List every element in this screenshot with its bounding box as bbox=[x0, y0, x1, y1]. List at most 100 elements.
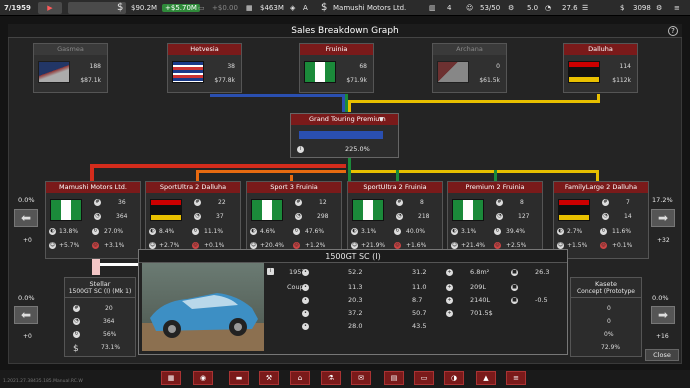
toolbar-button[interactable]: ≡ bbox=[506, 371, 526, 385]
model-card[interactable]: Sport 3 Fruinia # 12 ◔ 298 ◐ 4.6% ↻ 47.6… bbox=[246, 181, 342, 259]
toolbar-icon: ◉ bbox=[199, 374, 207, 382]
toolbar-button[interactable]: ⚒ bbox=[259, 371, 279, 385]
country-gasmea[interactable]: Gasmea 188 $87.1k bbox=[33, 43, 108, 93]
stat-d: 11.1% bbox=[204, 228, 224, 235]
next-arrow-button-2[interactable]: ➡ bbox=[651, 306, 675, 324]
target-icon: ◎ bbox=[494, 242, 501, 249]
flag-icon bbox=[251, 199, 283, 221]
stat-e: +1.5% bbox=[567, 242, 588, 249]
right-pct-2: 0.0% bbox=[652, 294, 669, 302]
cycle-icon: ↻ bbox=[192, 228, 199, 235]
flag-icon bbox=[568, 61, 600, 83]
units-icon: # bbox=[94, 199, 101, 206]
kasete-card[interactable]: Kasete Concept (Prototype 0 0 0% 72.9% bbox=[570, 277, 642, 357]
toolbar-button[interactable]: ⌂ bbox=[290, 371, 310, 385]
model-name: FamilyLarge 2 Dalluha bbox=[554, 182, 648, 193]
people-icon: ☺ bbox=[149, 242, 156, 249]
pie-icon: ◐ bbox=[351, 228, 358, 235]
country-dalluha[interactable]: Dalluha 114 $112k bbox=[563, 43, 638, 93]
trim-box[interactable]: Grand Touring Premium ▼ i 225.0% bbox=[290, 113, 399, 158]
model-card[interactable]: SportUltra 2 Fruinia # 8 ◔ 218 ◐ 3.1% ↻ … bbox=[347, 181, 443, 259]
toolbar-button[interactable]: ✉ bbox=[351, 371, 371, 385]
model-card[interactable]: Premium 2 Fruinia # 8 ◔ 127 ◐ 3.1% ↻ 39.… bbox=[447, 181, 543, 259]
right-count: +32 bbox=[657, 237, 670, 244]
kasete-c: 0% bbox=[604, 331, 614, 338]
next-arrow-button[interactable]: ➡ bbox=[651, 209, 675, 227]
toolbar-icon: ▬ bbox=[235, 374, 243, 382]
revenue-value: $77.8k bbox=[214, 77, 235, 84]
toolbar-button[interactable]: ▦ bbox=[161, 371, 181, 385]
country-hetvesia[interactable]: Hetvesia 38 $77.8k bbox=[167, 43, 242, 93]
stellar-d: 73.1% bbox=[101, 344, 121, 351]
stat-c: 3.1% bbox=[461, 228, 477, 235]
kasete-d: 72.9% bbox=[601, 344, 621, 351]
stat-value: 52.2 bbox=[348, 268, 363, 276]
menu-icon[interactable]: ≡ bbox=[674, 2, 680, 14]
stat-b: 127 bbox=[518, 213, 530, 220]
model-name: Sport 3 Fruinia bbox=[247, 182, 341, 193]
toolbar-button[interactable]: ▲ bbox=[476, 371, 496, 385]
spec-icon: + bbox=[446, 283, 453, 291]
stellar-card[interactable]: Stellar 1500GT SC (I) (Mk 1) # 20 ◔ 364 … bbox=[64, 277, 136, 357]
prev-arrow-button[interactable]: ⬅ bbox=[14, 209, 38, 227]
stat-c: 8.4% bbox=[159, 228, 175, 235]
factory-icon: ▦ bbox=[246, 4, 253, 12]
count-a: 4 bbox=[447, 4, 452, 12]
target-icon: ◎ bbox=[293, 242, 300, 249]
model-card[interactable]: SportUltra 2 Dalluha # 22 ◔ 37 ◐ 8.4% ↻ … bbox=[145, 181, 241, 259]
stat-icon: • bbox=[302, 283, 309, 291]
stat-a: 8 bbox=[420, 199, 424, 206]
connector bbox=[196, 170, 346, 173]
model-card[interactable]: FamilyLarge 2 Dalluha # 7 ◔ 14 ◐ 2.7% ↻ … bbox=[553, 181, 649, 259]
close-button[interactable]: Close bbox=[645, 349, 679, 361]
spec-icon: + bbox=[446, 309, 453, 317]
chevron-down-icon[interactable]: ▼ bbox=[379, 116, 384, 123]
model-card[interactable]: Mamushi Motors Ltd. # 36 ◔ 364 ◐ 13.8% ↻… bbox=[45, 181, 141, 259]
left-pct-2: 0.0% bbox=[18, 294, 35, 302]
play-button[interactable]: ▶ bbox=[38, 2, 62, 14]
toolbar-button[interactable]: ⚗ bbox=[321, 371, 341, 385]
country-name: Hetvesia bbox=[168, 44, 241, 55]
toolbar-button[interactable]: ▬ bbox=[229, 371, 249, 385]
stellar-b: 364 bbox=[103, 318, 115, 325]
people-icon: ☺ bbox=[250, 242, 257, 249]
gear-icon: ⚙ bbox=[508, 4, 515, 12]
toolbar-icon: ⚒ bbox=[265, 374, 273, 382]
toolbar-icon: ⌂ bbox=[297, 374, 303, 382]
toolbar-button[interactable]: ◑ bbox=[444, 371, 464, 385]
toolbar-button[interactable]: ▤ bbox=[384, 371, 404, 385]
connector bbox=[597, 94, 600, 103]
revenue-value: $87.1k bbox=[80, 77, 101, 84]
stat-d: 27.0% bbox=[104, 228, 124, 235]
prev-arrow-button-2[interactable]: ⬅ bbox=[14, 306, 38, 324]
stat-e: +21.9% bbox=[361, 242, 386, 249]
stat-d: 39.4% bbox=[506, 228, 526, 235]
country-archana[interactable]: Archana 0 $61.5k bbox=[432, 43, 507, 93]
connector bbox=[348, 100, 598, 103]
stat-b: 218 bbox=[418, 213, 430, 220]
left-pct: 0.0% bbox=[18, 196, 35, 204]
pie-icon: ◐ bbox=[250, 228, 257, 235]
stat-value: 31.2 bbox=[412, 268, 427, 276]
settings-icon[interactable]: ⚙ bbox=[656, 2, 662, 14]
stat-c: 13.8% bbox=[59, 228, 79, 235]
people-icon: ☺ bbox=[466, 4, 474, 12]
flag-icon bbox=[558, 199, 590, 221]
model-name: Mamushi Motors Ltd. bbox=[46, 182, 140, 193]
units-icon: # bbox=[602, 199, 609, 206]
stat-e: +20.4% bbox=[260, 242, 285, 249]
flag-icon bbox=[437, 61, 469, 83]
stat-value: 28.0 bbox=[348, 322, 363, 330]
spec-icon: + bbox=[446, 268, 453, 276]
cycle-icon: ↻ bbox=[73, 331, 80, 338]
country-fruinia[interactable]: Fruinia 68 $71.9k bbox=[299, 43, 374, 93]
target-icon: ◎ bbox=[600, 242, 607, 249]
stat-icon: • bbox=[302, 296, 309, 304]
country-name: Gasmea bbox=[34, 44, 107, 55]
help-button[interactable]: ? bbox=[668, 26, 678, 36]
pie-icon: ◐ bbox=[557, 228, 564, 235]
toolbar-button[interactable]: ▭ bbox=[414, 371, 434, 385]
toolbar-button[interactable]: ◉ bbox=[193, 371, 213, 385]
clock-icon: ◔ bbox=[496, 213, 503, 220]
company-name[interactable]: Mamushi Motors Ltd. bbox=[333, 2, 406, 14]
